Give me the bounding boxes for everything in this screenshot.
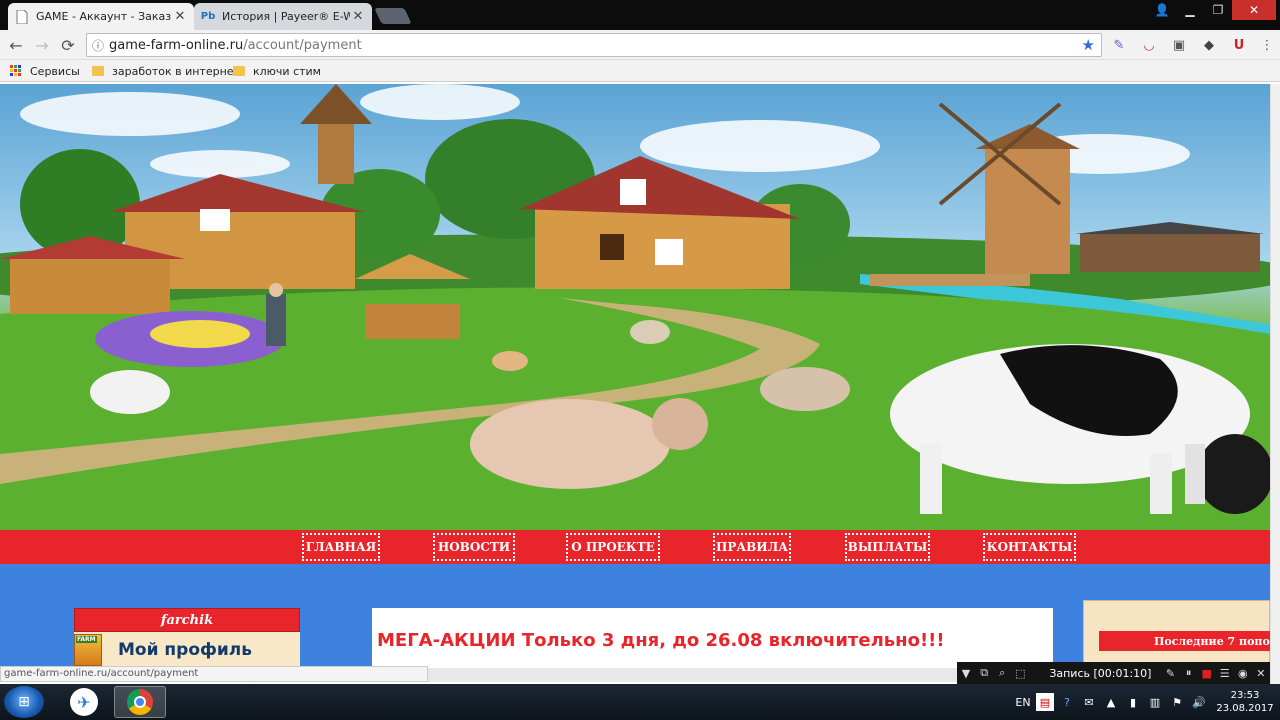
info-icon[interactable]: ⓘ bbox=[87, 37, 109, 54]
tab-title: История | Payeer® E-W bbox=[222, 10, 350, 23]
dropdown-icon[interactable]: ▼ bbox=[957, 667, 975, 680]
nav-rules[interactable]: ПРАВИЛА bbox=[713, 533, 791, 561]
bookmark-steam-keys[interactable]: ключи стим bbox=[233, 63, 321, 79]
windows-taskbar: ⊞ ✈ EN ▤ ? ✉ ▲ ▮ ▥ ⚑ 🔊 23:53 23.08.2017 bbox=[0, 684, 1280, 720]
pdf-icon[interactable]: ▤ bbox=[1036, 693, 1054, 711]
nav-about[interactable]: О ПРОЕКТЕ bbox=[566, 533, 660, 561]
close-window-icon[interactable]: ✕ bbox=[1232, 0, 1276, 20]
expand-tray-icon[interactable]: ▲ bbox=[1102, 693, 1120, 711]
recording-time: Запись [00:01:10] bbox=[1049, 666, 1152, 680]
bookmark-earnings[interactable]: заработок в интерне bbox=[92, 63, 234, 79]
payeer-icon: Pb bbox=[200, 11, 216, 22]
content-area: farchik FARM Мой профиль МЕГА-АКЦИИ Толь… bbox=[0, 564, 1274, 668]
bookmarks-bar: Сервисы заработок в интерне ключи стим bbox=[0, 60, 1280, 82]
device-icon[interactable]: ▮ bbox=[1124, 693, 1142, 711]
my-profile-label: Мой профиль bbox=[118, 640, 252, 660]
screenshot-extension-icon[interactable]: ▣ bbox=[1170, 36, 1188, 54]
tab-bar: GAME - Аккаунт - Заказ ✕ Pb История | Pa… bbox=[0, 0, 1280, 30]
minimize-icon[interactable]: ▁ bbox=[1176, 0, 1204, 20]
apps-grid-icon bbox=[10, 65, 22, 77]
taskbar-app-bird[interactable]: ✈ bbox=[58, 686, 110, 718]
folder-icon bbox=[233, 66, 245, 76]
reload-icon[interactable]: ⟳ bbox=[58, 35, 78, 55]
clock-time: 23:53 bbox=[1230, 690, 1260, 701]
back-icon[interactable]: ← bbox=[6, 35, 26, 55]
bluetooth-icon[interactable]: ✉ bbox=[1080, 693, 1098, 711]
user-icon[interactable]: 👤 bbox=[1148, 0, 1176, 20]
flag-icon[interactable]: ⚑ bbox=[1168, 693, 1186, 711]
horizontal-scrollbar[interactable] bbox=[428, 668, 958, 682]
url-bar[interactable]: ⓘ game-farm-online.ru/account/payment ★ bbox=[86, 33, 1102, 57]
cube-extension-icon[interactable]: ◆ bbox=[1200, 36, 1218, 54]
tab-game-account[interactable]: GAME - Аккаунт - Заказ ✕ bbox=[8, 3, 194, 30]
farm-icon: FARM bbox=[74, 634, 102, 666]
last-deposits-title: Последние 7 попол bbox=[1099, 631, 1274, 651]
u-extension-icon[interactable]: U bbox=[1230, 36, 1248, 54]
nav-home[interactable]: ГЛАВНАЯ bbox=[302, 533, 380, 561]
language-indicator[interactable]: EN bbox=[1014, 693, 1032, 711]
list-icon[interactable]: ☰ bbox=[1216, 667, 1234, 680]
forward-icon[interactable]: → bbox=[32, 35, 52, 55]
nav-payouts[interactable]: ВЫПЛАТЫ bbox=[845, 533, 930, 561]
close-icon[interactable]: ✕ bbox=[1252, 667, 1270, 680]
document-icon bbox=[14, 9, 30, 25]
folder-icon bbox=[92, 66, 104, 76]
new-tab-button[interactable] bbox=[374, 8, 412, 24]
window-controls: 👤 ▁ ❐ ✕ bbox=[1148, 0, 1276, 20]
windows-logo-icon: ⊞ bbox=[18, 694, 30, 710]
farm-illustration bbox=[0, 84, 1270, 530]
pocket-extension-icon[interactable]: ◡ bbox=[1140, 36, 1158, 54]
stop-icon[interactable]: ■ bbox=[1198, 667, 1216, 680]
pen-extension-icon[interactable]: ✎ bbox=[1110, 36, 1128, 54]
url-path: /account/payment bbox=[243, 37, 362, 53]
page-scrollbar[interactable] bbox=[1270, 84, 1280, 684]
nav-news[interactable]: НОВОСТИ bbox=[433, 533, 515, 561]
promo-text: МЕГА-АКЦИИ Только 3 дня, до 26.08 включи… bbox=[377, 630, 945, 651]
window-icon[interactable]: ⧉ bbox=[975, 666, 993, 680]
farm-banner bbox=[0, 84, 1270, 530]
system-tray: EN ▤ ? ✉ ▲ ▮ ▥ ⚑ 🔊 23:53 23.08.2017 bbox=[1012, 684, 1280, 720]
status-url: game-farm-online.ru/account/payment bbox=[0, 666, 428, 682]
maximize-icon[interactable]: ❐ bbox=[1204, 0, 1232, 20]
tab-title: GAME - Аккаунт - Заказ bbox=[36, 10, 172, 23]
bookmark-label: Сервисы bbox=[30, 64, 80, 78]
close-icon[interactable]: ✕ bbox=[350, 9, 366, 24]
chrome-icon bbox=[127, 689, 153, 715]
address-toolbar: ← → ⟳ ⓘ game-farm-online.ru/account/paym… bbox=[0, 30, 1280, 60]
screen-recorder-bar: ▼ ⧉ ⌕ ⬚ Запись [00:01:10] ✎ ⏸ ■ ☰ ◉ ✕ bbox=[957, 662, 1270, 684]
pen-icon[interactable]: ✎ bbox=[1161, 667, 1179, 680]
camera-icon[interactable]: ◉ bbox=[1234, 667, 1252, 680]
clock-date: 23.08.2017 bbox=[1216, 703, 1274, 714]
farm-icon-label: FARM bbox=[76, 636, 97, 643]
region-icon[interactable]: ⬚ bbox=[1011, 667, 1029, 680]
last-deposits-box: Последние 7 попол bbox=[1083, 600, 1274, 668]
screen: GAME - Аккаунт - Заказ ✕ Pb История | Pa… bbox=[0, 0, 1280, 720]
bookmark-services[interactable]: Сервисы bbox=[10, 63, 80, 79]
bookmark-label: заработок в интерне bbox=[112, 64, 234, 78]
taskbar-app-chrome[interactable] bbox=[114, 686, 166, 718]
nav-contacts[interactable]: КОНТАКТЫ bbox=[983, 533, 1076, 561]
network-icon[interactable]: ▥ bbox=[1146, 693, 1164, 711]
profile-username: farchik bbox=[74, 608, 300, 632]
site-nav: ГЛАВНАЯ НОВОСТИ О ПРОЕКТЕ ПРАВИЛА ВЫПЛАТ… bbox=[0, 530, 1270, 564]
close-icon[interactable]: ✕ bbox=[172, 9, 188, 24]
my-profile-link[interactable]: FARM Мой профиль bbox=[74, 632, 300, 668]
help-icon[interactable]: ? bbox=[1058, 693, 1076, 711]
url-domain: game-farm-online.ru bbox=[109, 37, 244, 53]
zoom-icon[interactable]: ⌕ bbox=[993, 666, 1011, 680]
tab-payeer-history[interactable]: Pb История | Payeer® E-W ✕ bbox=[194, 3, 372, 30]
clock[interactable]: 23:53 23.08.2017 bbox=[1210, 689, 1280, 715]
bird-app-icon: ✈ bbox=[70, 688, 98, 716]
volume-icon[interactable]: 🔊 bbox=[1190, 693, 1208, 711]
bookmark-label: ключи стим bbox=[253, 64, 321, 78]
promo-box: МЕГА-АКЦИИ Только 3 дня, до 26.08 включи… bbox=[372, 608, 1053, 668]
menu-icon[interactable]: ⋮ bbox=[1258, 36, 1276, 54]
bookmark-star-icon[interactable]: ★ bbox=[1082, 36, 1095, 54]
start-button[interactable]: ⊞ bbox=[4, 686, 44, 718]
pause-icon[interactable]: ⏸ bbox=[1180, 666, 1198, 680]
